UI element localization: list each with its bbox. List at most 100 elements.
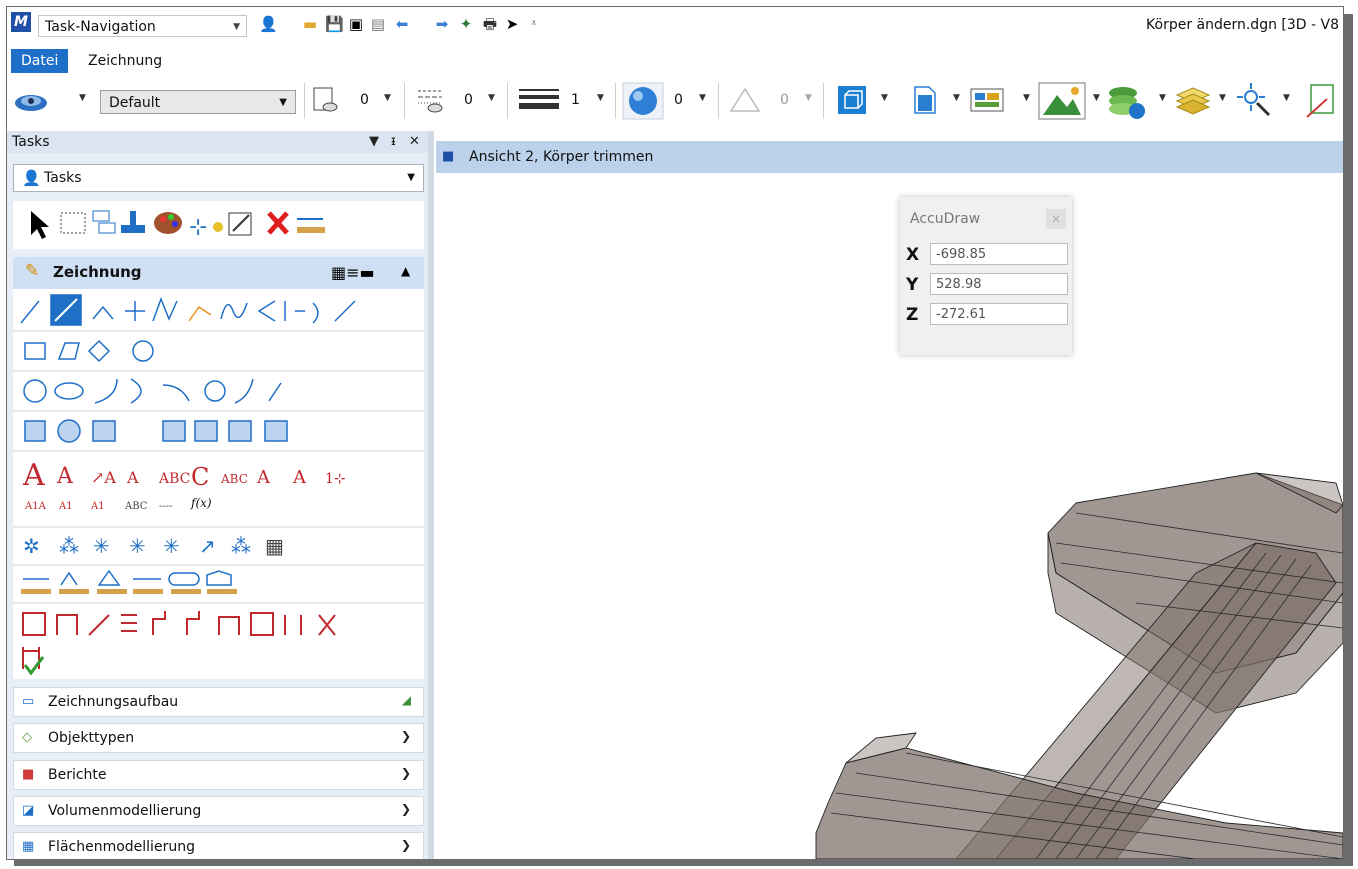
chevron-down-icon[interactable]: ▼ [953, 93, 960, 103]
chevron-down-icon[interactable]: ▼ [699, 93, 706, 103]
open-folder-icon[interactable]: ▬ [301, 15, 319, 33]
construct-icon [257, 300, 276, 322]
main-tools-strip: ⊹ [13, 201, 424, 249]
close-icon[interactable]: ✕ [409, 131, 420, 153]
measure-icon[interactable] [297, 218, 325, 233]
place-cell-icon: ✲ [23, 534, 40, 558]
change-attributes-icon[interactable] [121, 211, 145, 233]
section-flaechenmodellierung[interactable]: ▦ Flächenmodellierung ❯ [13, 832, 424, 859]
solid-model[interactable] [436, 173, 1343, 859]
chevron-down-icon[interactable]: ▼ [881, 93, 888, 103]
delete-icon[interactable] [267, 211, 289, 235]
priority-value: 0 [780, 92, 789, 108]
models-icon[interactable] [1105, 81, 1151, 121]
close-icon[interactable]: × [1046, 209, 1066, 229]
measure-angle-icon [97, 569, 121, 586]
drawing-setup-icon: ▭ [22, 694, 35, 709]
save-settings-icon[interactable]: ▣ [347, 15, 365, 33]
references-icon[interactable] [969, 85, 1009, 115]
crosshatch-icon [57, 419, 81, 443]
compress-icon[interactable]: ▤ [369, 15, 387, 33]
color-icon[interactable] [311, 85, 341, 115]
chevron-up-icon[interactable]: ▲ [401, 264, 410, 278]
palette-icon[interactable] [154, 212, 182, 234]
panel-menu-icon[interactable]: ▼ [369, 131, 379, 153]
customize-qat-icon[interactable]: ⩡ [525, 15, 543, 33]
dimension-arc-icon [250, 612, 274, 636]
accudraw-dialog[interactable]: AccuDraw × X Y Z [900, 197, 1072, 355]
view-title-bar[interactable]: ■ Ansicht 2, Körper trimmen [436, 141, 1343, 173]
section-zeichnungsaufbau[interactable]: ▭ Zeichnungsaufbau ◢ [13, 687, 424, 717]
zeichnung-group-header[interactable]: ✎ Zeichnung ▦≡▬ ▲ [13, 257, 424, 289]
place-table-icon: ▦ [265, 534, 284, 558]
cell-matrix-icon: ⁂ [59, 534, 79, 558]
chevron-down-icon[interactable]: ▼ [597, 93, 604, 103]
section-berichte[interactable]: ■ Berichte ❯ [13, 760, 424, 790]
place-note-icon: ↗A [91, 468, 116, 487]
workflow-select[interactable]: Task-Navigation ▼ [38, 15, 247, 37]
pattern-area-icon [92, 420, 116, 442]
y-coordinate-field[interactable] [930, 273, 1068, 295]
application-window: M Task-Navigation ▼ 👤 ▬ 💾 ▣ ▤ ⬅ ➡ ✦ 🖶 ➤ … [6, 6, 1344, 860]
x-coordinate-field[interactable] [930, 243, 1068, 265]
dimension-update-icon [284, 615, 302, 635]
select-cursor-icon[interactable]: ➤ [503, 15, 521, 33]
tasks-selector[interactable]: 👤 Tasks ▼ [13, 164, 424, 192]
line-style-icon[interactable] [415, 85, 445, 115]
section-volumenmodellierung[interactable]: ◪ Volumenmodellierung ❯ [13, 796, 424, 826]
tab-datei[interactable]: Datei [11, 49, 69, 73]
chevron-down-icon[interactable]: ▼ [1219, 93, 1226, 103]
raster-icon[interactable] [1037, 81, 1087, 121]
lighting-icon[interactable] [1235, 81, 1275, 121]
active-level-select[interactable]: Default ▼ [100, 90, 296, 114]
view-mode-icons-icon[interactable]: ▦≡▬ [331, 263, 375, 282]
chevron-down-icon[interactable]: ▼ [1283, 93, 1290, 103]
pin-icon[interactable]: ᵻ [391, 131, 396, 153]
snap-icon[interactable]: ⊹ [189, 215, 223, 240]
dimension-angle-icon [88, 614, 110, 636]
redo-icon[interactable]: ➡ [433, 15, 451, 33]
document-icon[interactable] [909, 85, 939, 115]
priority-icon[interactable] [727, 85, 767, 115]
measure-radius-icon [60, 571, 78, 586]
ribbon: ▼ Default ▼ 0 ▼ 0 ▼ 1 ▼ 0 ▼ 0 ▼ ▼ ▼ ▼ ▼ … [7, 75, 1343, 131]
scale-icon[interactable] [228, 212, 252, 236]
levels-icon[interactable] [1173, 85, 1213, 115]
group-icon[interactable] [92, 210, 116, 234]
view-attributes-icon[interactable] [13, 85, 57, 115]
change-text-icon: A1 [90, 501, 105, 512]
z-coordinate-field[interactable] [930, 303, 1068, 325]
pin-icon[interactable]: ✦ [457, 15, 475, 33]
chevron-down-icon: ❯ [400, 766, 411, 780]
microstation-logo-icon[interactable]: M [11, 12, 31, 32]
edit-text-icon: A [56, 464, 74, 489]
line-weight-value: 1 [571, 92, 580, 108]
increment-text-icon: A [256, 467, 271, 488]
saved-views-icon[interactable] [1303, 81, 1339, 121]
dimension-ordinate-icon [121, 614, 137, 632]
tab-zeichnung[interactable]: Zeichnung [78, 49, 172, 73]
user-icon[interactable]: 👤 [259, 15, 278, 33]
chevron-down-icon[interactable]: ▼ [488, 93, 495, 103]
chevron-down-icon[interactable]: ▼ [805, 93, 812, 103]
view-canvas[interactable] [436, 173, 1343, 859]
display-text-icon: ABC [124, 501, 148, 512]
chevron-down-icon[interactable]: ▼ [384, 93, 391, 103]
arc-cap-icon [312, 302, 319, 324]
zeichnung-group-title: Zeichnung [53, 263, 142, 281]
fence-icon[interactable] [60, 212, 86, 234]
chevron-down-icon[interactable]: ▼ [79, 93, 86, 103]
print-icon[interactable]: 🖶 [481, 15, 499, 33]
undo-icon[interactable]: ⬅ [393, 15, 411, 33]
element-selection-icon[interactable] [31, 211, 49, 239]
section-objekttypen[interactable]: ◇ Objekttypen ❯ [13, 723, 424, 753]
chevron-down-icon[interactable]: ▼ [1093, 93, 1100, 103]
section-label: Volumenmodellierung [48, 803, 202, 819]
line-weight-icon[interactable] [517, 85, 561, 115]
modify-arc-icon [204, 380, 226, 402]
chevron-down-icon[interactable]: ▼ [1159, 93, 1166, 103]
transparency-icon[interactable] [621, 81, 665, 121]
save-icon[interactable]: 💾 [325, 15, 344, 33]
chevron-down-icon[interactable]: ▼ [1023, 93, 1030, 103]
view-box-icon[interactable] [837, 85, 867, 115]
